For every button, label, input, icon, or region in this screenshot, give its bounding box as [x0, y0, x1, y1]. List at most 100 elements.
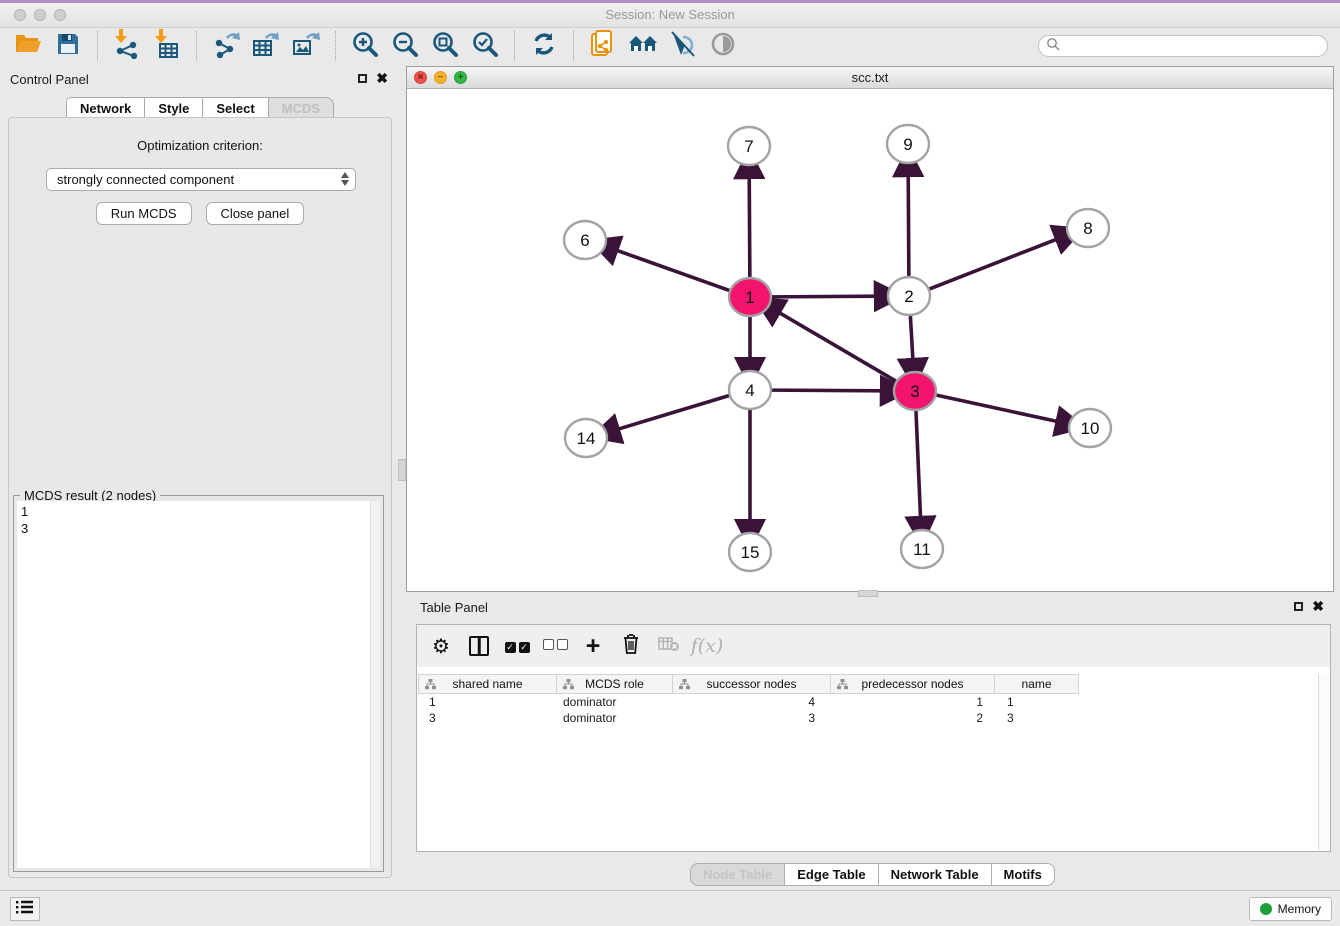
- table-row[interactable]: 1dominator411: [418, 694, 1318, 710]
- delete-table-button[interactable]: [655, 632, 683, 660]
- column-header-successor-nodes[interactable]: successor nodes: [673, 674, 831, 694]
- column-header-predecessor-nodes[interactable]: predecessor nodes: [831, 674, 995, 694]
- node-9[interactable]: 9: [887, 125, 929, 163]
- edge-1-2[interactable]: [772, 296, 877, 297]
- edge-2-9[interactable]: [908, 174, 909, 276]
- column-type-icon: [679, 679, 690, 693]
- column-header-shared-name[interactable]: shared name: [418, 674, 557, 694]
- table-settings-button[interactable]: ⚙: [427, 632, 455, 660]
- mcds-result-text[interactable]: 13: [17, 501, 370, 868]
- table-tab-node-table[interactable]: Node Table: [690, 863, 785, 886]
- table-row[interactable]: 3dominator323: [418, 710, 1318, 726]
- float-panel-icon[interactable]: [358, 74, 367, 83]
- criterion-value: strongly connected component: [57, 172, 234, 187]
- edge-4-3[interactable]: [772, 390, 883, 391]
- delete-column-button[interactable]: [617, 632, 645, 660]
- list-icon: [16, 900, 34, 919]
- cell-shared-name[interactable]: 1: [418, 694, 557, 710]
- cell-name[interactable]: 3: [995, 710, 1079, 726]
- column-header-MCDS-role[interactable]: MCDS role: [557, 674, 673, 694]
- houses-button[interactable]: [623, 30, 663, 62]
- column-header-name[interactable]: name: [995, 674, 1079, 694]
- network-window-titlebar[interactable]: × − + scc.txt: [407, 67, 1333, 89]
- task-history-button[interactable]: [10, 897, 40, 921]
- cell-shared-name[interactable]: 3: [418, 710, 557, 726]
- zoom-fit-button[interactable]: [425, 30, 465, 62]
- edge-1-7[interactable]: [749, 176, 750, 277]
- edge-2-8[interactable]: [930, 239, 1059, 289]
- cell-successor-nodes[interactable]: 3: [673, 710, 831, 726]
- network-graph[interactable]: 7 9 6 8 1 2 4 3 14 10 15 11: [407, 89, 1333, 591]
- close-table-panel-icon[interactable]: ✖: [1312, 602, 1324, 611]
- result-scrollbar[interactable]: [370, 501, 380, 868]
- export-table-button[interactable]: [246, 30, 286, 62]
- import-table-button[interactable]: [147, 30, 187, 62]
- edge-1-6[interactable]: [615, 250, 729, 291]
- node-6[interactable]: 6: [564, 221, 606, 259]
- show-columns-button[interactable]: [465, 632, 493, 660]
- select-all-button[interactable]: ✓✓: [503, 632, 531, 660]
- clone-network-button[interactable]: [583, 30, 623, 62]
- function-builder-button[interactable]: f(x): [693, 632, 721, 660]
- criterion-dropdown[interactable]: strongly connected component: [46, 168, 356, 191]
- node-4[interactable]: 4: [729, 371, 771, 409]
- network-minimize-button[interactable]: −: [434, 71, 447, 84]
- cell-predecessor-nodes[interactable]: 1: [831, 694, 995, 710]
- import-network-icon: [113, 29, 141, 64]
- node-8[interactable]: 8: [1067, 209, 1109, 247]
- table-tab-edge-table[interactable]: Edge Table: [784, 863, 878, 886]
- node-1[interactable]: 1: [729, 278, 771, 316]
- cell-MCDS-role[interactable]: dominator: [557, 710, 673, 726]
- edge-4-14[interactable]: [617, 396, 729, 430]
- node-14[interactable]: 14: [565, 419, 607, 457]
- cell-name[interactable]: 1: [995, 694, 1079, 710]
- search-box[interactable]: [1038, 35, 1328, 57]
- table-tab-motifs[interactable]: Motifs: [991, 863, 1055, 886]
- cell-predecessor-nodes[interactable]: 2: [831, 710, 995, 726]
- run-mcds-button[interactable]: Run MCDS: [96, 202, 192, 225]
- close-window-button[interactable]: [14, 9, 26, 21]
- node-15[interactable]: 15: [729, 533, 771, 571]
- float-table-panel-icon[interactable]: [1294, 602, 1303, 611]
- table-panel: Table Panel ✖ ⚙ ✓✓ + f(x) share: [406, 596, 1340, 890]
- show-details-button[interactable]: [703, 30, 743, 62]
- cell-successor-nodes[interactable]: 4: [673, 694, 831, 710]
- open-session-button[interactable]: [8, 30, 48, 62]
- plus-icon: +: [586, 634, 601, 659]
- table-scrollbar[interactable]: [1318, 674, 1329, 850]
- import-network-button[interactable]: [107, 30, 147, 62]
- zoom-out-button[interactable]: [385, 30, 425, 62]
- hide-graphics-button[interactable]: [663, 30, 703, 62]
- network-maximize-button[interactable]: +: [454, 71, 467, 84]
- edge-3-1[interactable]: [778, 312, 896, 381]
- network-close-button[interactable]: ×: [414, 71, 427, 84]
- add-column-button[interactable]: +: [579, 632, 607, 660]
- node-3[interactable]: 3: [894, 372, 936, 410]
- refresh-button[interactable]: [524, 30, 564, 62]
- edge-3-11[interactable]: [916, 411, 921, 519]
- maximize-window-button[interactable]: [54, 9, 66, 21]
- save-session-button[interactable]: [48, 30, 88, 62]
- edge-3-10[interactable]: [937, 395, 1059, 422]
- deselect-all-button[interactable]: [541, 632, 569, 660]
- memory-button[interactable]: Memory: [1249, 897, 1332, 921]
- network-canvas[interactable]: 7 9 6 8 1 2 4 3 14 10 15 11: [407, 89, 1333, 591]
- table-tab-network-table[interactable]: Network Table: [878, 863, 992, 886]
- close-panel-icon[interactable]: ✖: [376, 74, 388, 83]
- node-2[interactable]: 2: [888, 277, 930, 315]
- node-7[interactable]: 7: [728, 127, 770, 165]
- export-image-button[interactable]: [286, 30, 326, 62]
- node-10[interactable]: 10: [1069, 409, 1111, 447]
- close-panel-button[interactable]: Close panel: [206, 202, 305, 225]
- vertical-splitter-handle[interactable]: [398, 459, 406, 481]
- edge-2-3[interactable]: [910, 316, 913, 361]
- node-11[interactable]: 11: [901, 530, 943, 568]
- search-input[interactable]: [1060, 39, 1327, 53]
- zoom-in-button[interactable]: [345, 30, 385, 62]
- svg-text:8: 8: [1083, 219, 1092, 238]
- export-network-button[interactable]: [206, 30, 246, 62]
- zoom-selected-button[interactable]: [465, 30, 505, 62]
- cell-MCDS-role[interactable]: dominator: [557, 694, 673, 710]
- houses-icon: [628, 32, 658, 61]
- minimize-window-button[interactable]: [34, 9, 46, 21]
